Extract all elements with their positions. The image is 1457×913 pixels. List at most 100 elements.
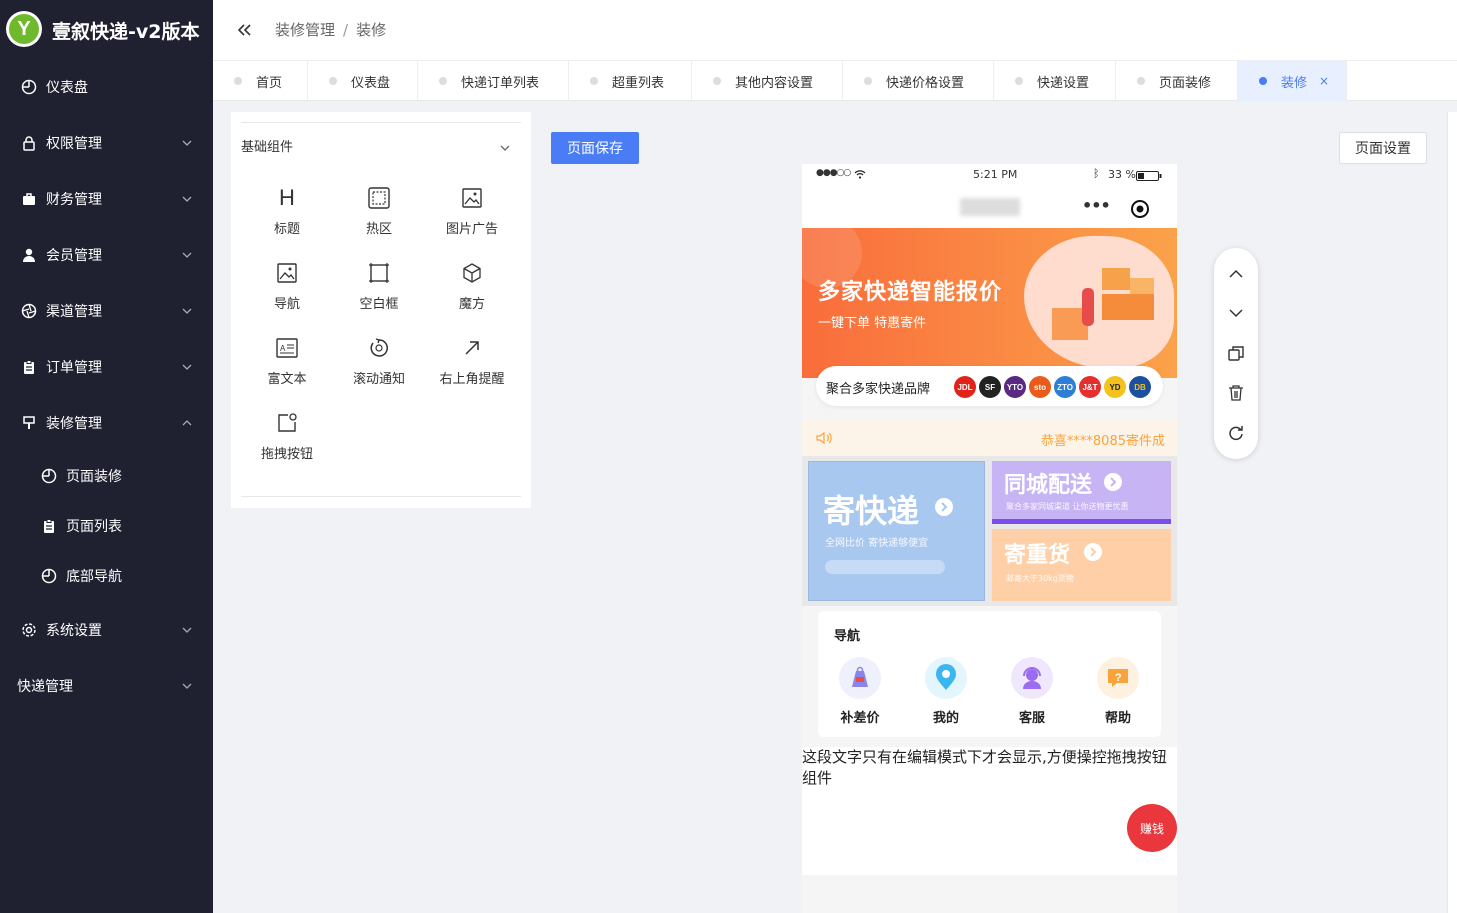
speaker-icon [816, 431, 832, 445]
move-down-icon[interactable] [1226, 303, 1246, 323]
component-hotspot[interactable]: 热区 [333, 178, 425, 240]
sidebar-item-finance[interactable]: 财务管理 [0, 179, 213, 219]
tab-other-content[interactable]: 其他内容设置 [692, 61, 843, 101]
cube-brand-logos [825, 560, 945, 574]
copy-icon[interactable] [1226, 343, 1246, 363]
phone-navbar: ••• [802, 186, 1177, 228]
app-logo: Y [6, 11, 42, 47]
record-icon[interactable] [1130, 199, 1150, 219]
close-icon[interactable]: × [1319, 74, 1329, 88]
chevron-down-icon [182, 252, 192, 258]
tab-express-settings[interactable]: 快递设置 [994, 61, 1116, 101]
phone-preview: ●●●○○ 5:21 PM ᛒ 33 % ••• 多家快递智能报价 一键下单 特… [802, 164, 1177, 913]
component-scroll-notice[interactable]: 滚动通知 [333, 328, 425, 390]
nav-item-mine[interactable]: 我的 [916, 657, 976, 726]
cube-left-subtitle: 全网比价 寄快递够便宜 [825, 538, 929, 549]
top-bar: 装修管理 / 装修 [213, 0, 1457, 60]
component-cube[interactable]: 魔方 [426, 253, 518, 315]
cube-r2-title: 寄重货 [1004, 543, 1071, 568]
chevron-down-icon [182, 140, 192, 146]
gear-icon [20, 621, 38, 639]
sf-logo: SF [979, 376, 1001, 398]
clipboard-icon [20, 358, 38, 376]
weight-icon [839, 657, 881, 699]
sidebar-item-page-decoration[interactable]: 页面装修 [0, 456, 213, 496]
save-page-button[interactable]: 页面保存 [551, 132, 639, 164]
nav-item-service[interactable]: 客服 [1002, 657, 1062, 726]
earn-drag-button[interactable]: 赚钱 [1127, 804, 1177, 852]
dashboard-icon [40, 567, 58, 585]
breadcrumb: 装修管理 / 装修 [275, 21, 387, 39]
sidebar-item-channels[interactable]: 渠道管理 [0, 291, 213, 331]
settings-panel-edge [1447, 112, 1457, 913]
cube-heavy-cargo[interactable]: 寄重货 邮寄大于30kg货物 [992, 529, 1171, 601]
panel-heading: 基础组件 [241, 140, 294, 155]
breadcrumb-parent[interactable]: 装修管理 [275, 21, 335, 39]
tab-express-price[interactable]: 快递价格设置 [843, 61, 994, 101]
component-drag-button[interactable]: 拖拽按钮 [241, 403, 333, 465]
sidebar-item-decoration[interactable]: 装修管理 [0, 403, 213, 443]
tab-page-decoration[interactable]: 页面装修 [1116, 61, 1238, 101]
cube-r2-subtitle: 邮寄大于30kg货物 [1006, 574, 1074, 583]
banner-ad[interactable]: 多家快递智能报价 一键下单 特惠寄件 [802, 228, 1177, 378]
cube-r1-title: 同城配送 [1004, 473, 1093, 498]
breadcrumb-current: 装修 [356, 21, 387, 39]
refresh-icon [367, 336, 391, 360]
move-up-icon[interactable] [1226, 264, 1246, 284]
component-title[interactable]: H 标题 [241, 178, 333, 240]
bluetooth-icon: ᛒ [1093, 167, 1100, 180]
component-toolbox [1214, 248, 1258, 459]
sidebar-item-members[interactable]: 会员管理 [0, 235, 213, 275]
sidebar-item-dashboard[interactable]: 仪表盘 [0, 67, 213, 107]
zto-logo: ZTO [1054, 376, 1076, 398]
hotspot-icon [367, 186, 391, 210]
app-title: 壹叙快递-v2版本 [52, 21, 200, 43]
sidebar-item-express[interactable]: 快递管理 [0, 666, 213, 706]
arrow-circle-icon [1104, 473, 1122, 491]
tab-express-orders[interactable]: 快递订单列表 [418, 61, 569, 101]
wifi-icon [854, 170, 866, 179]
tab-bar: 首页 仪表盘 快递订单列表 超重列表 其他内容设置 快递价格设置 快递设置 页面… [213, 60, 1457, 101]
help-icon: ? [1097, 657, 1139, 699]
jt-logo: J&T [1079, 376, 1101, 398]
tab-dashboard[interactable]: 仪表盘 [308, 61, 418, 101]
dashboard-icon [20, 78, 38, 96]
page-settings-button[interactable]: 页面设置 [1339, 132, 1427, 164]
arrow-circle-icon [1084, 543, 1102, 561]
sidebar-item-orders[interactable]: 订单管理 [0, 347, 213, 387]
sidebar-item-page-list[interactable]: 页面列表 [0, 506, 213, 546]
reset-icon[interactable] [1226, 423, 1246, 443]
component-image-ad[interactable]: 图片广告 [426, 178, 518, 240]
sidebar-item-system[interactable]: 系统设置 [0, 610, 213, 650]
arrow-circle-icon [935, 498, 953, 516]
chevron-down-icon [182, 627, 192, 633]
delete-icon[interactable] [1226, 383, 1246, 403]
page-title-placeholder [960, 198, 1020, 216]
brush-icon [20, 414, 38, 432]
sidebar-item-permissions[interactable]: 权限管理 [0, 123, 213, 163]
sidebar: Y 壹叙快递-v2版本 仪表盘 权限管理 财务管理 会员管理 渠道管理 订单管理… [0, 0, 213, 913]
clipboard-icon [40, 517, 58, 535]
component-rich-text[interactable]: A 富文本 [241, 328, 333, 390]
chevron-down-icon [182, 364, 192, 370]
image-icon [460, 186, 484, 210]
nav-item-price-diff[interactable]: 补差价 [830, 657, 890, 726]
component-nav[interactable]: 导航 [241, 253, 333, 315]
capsule-menu[interactable]: ••• [1070, 194, 1160, 222]
tab-overweight[interactable]: 超重列表 [569, 61, 692, 101]
scroll-notice[interactable]: 恭喜****8085寄件成 [802, 420, 1177, 456]
cube-send-express[interactable]: 寄快递 全网比价 寄快递够便宜 [808, 461, 985, 601]
component-blank[interactable]: 空白框 [333, 253, 425, 315]
battery-percent: 33 % [1108, 168, 1136, 181]
tab-home[interactable]: 首页 [213, 61, 308, 101]
collapse-sidebar-icon[interactable] [235, 20, 253, 40]
banner-title: 多家快递智能报价 [818, 280, 1003, 305]
nav-item-help[interactable]: ? 帮助 [1088, 657, 1148, 726]
cube-same-city[interactable]: 同城配送 聚合多家同城渠道 让你送物更优惠 [992, 461, 1171, 524]
chevron-down-icon[interactable] [499, 142, 511, 154]
cube-left-title: 寄快递 [823, 492, 920, 530]
tab-decoration[interactable]: 装修 × [1238, 61, 1347, 101]
more-icon[interactable]: ••• [1082, 196, 1111, 215]
component-corner-reminder[interactable]: 右上角提醒 [426, 328, 518, 390]
sidebar-item-bottom-nav[interactable]: 底部导航 [0, 556, 213, 596]
